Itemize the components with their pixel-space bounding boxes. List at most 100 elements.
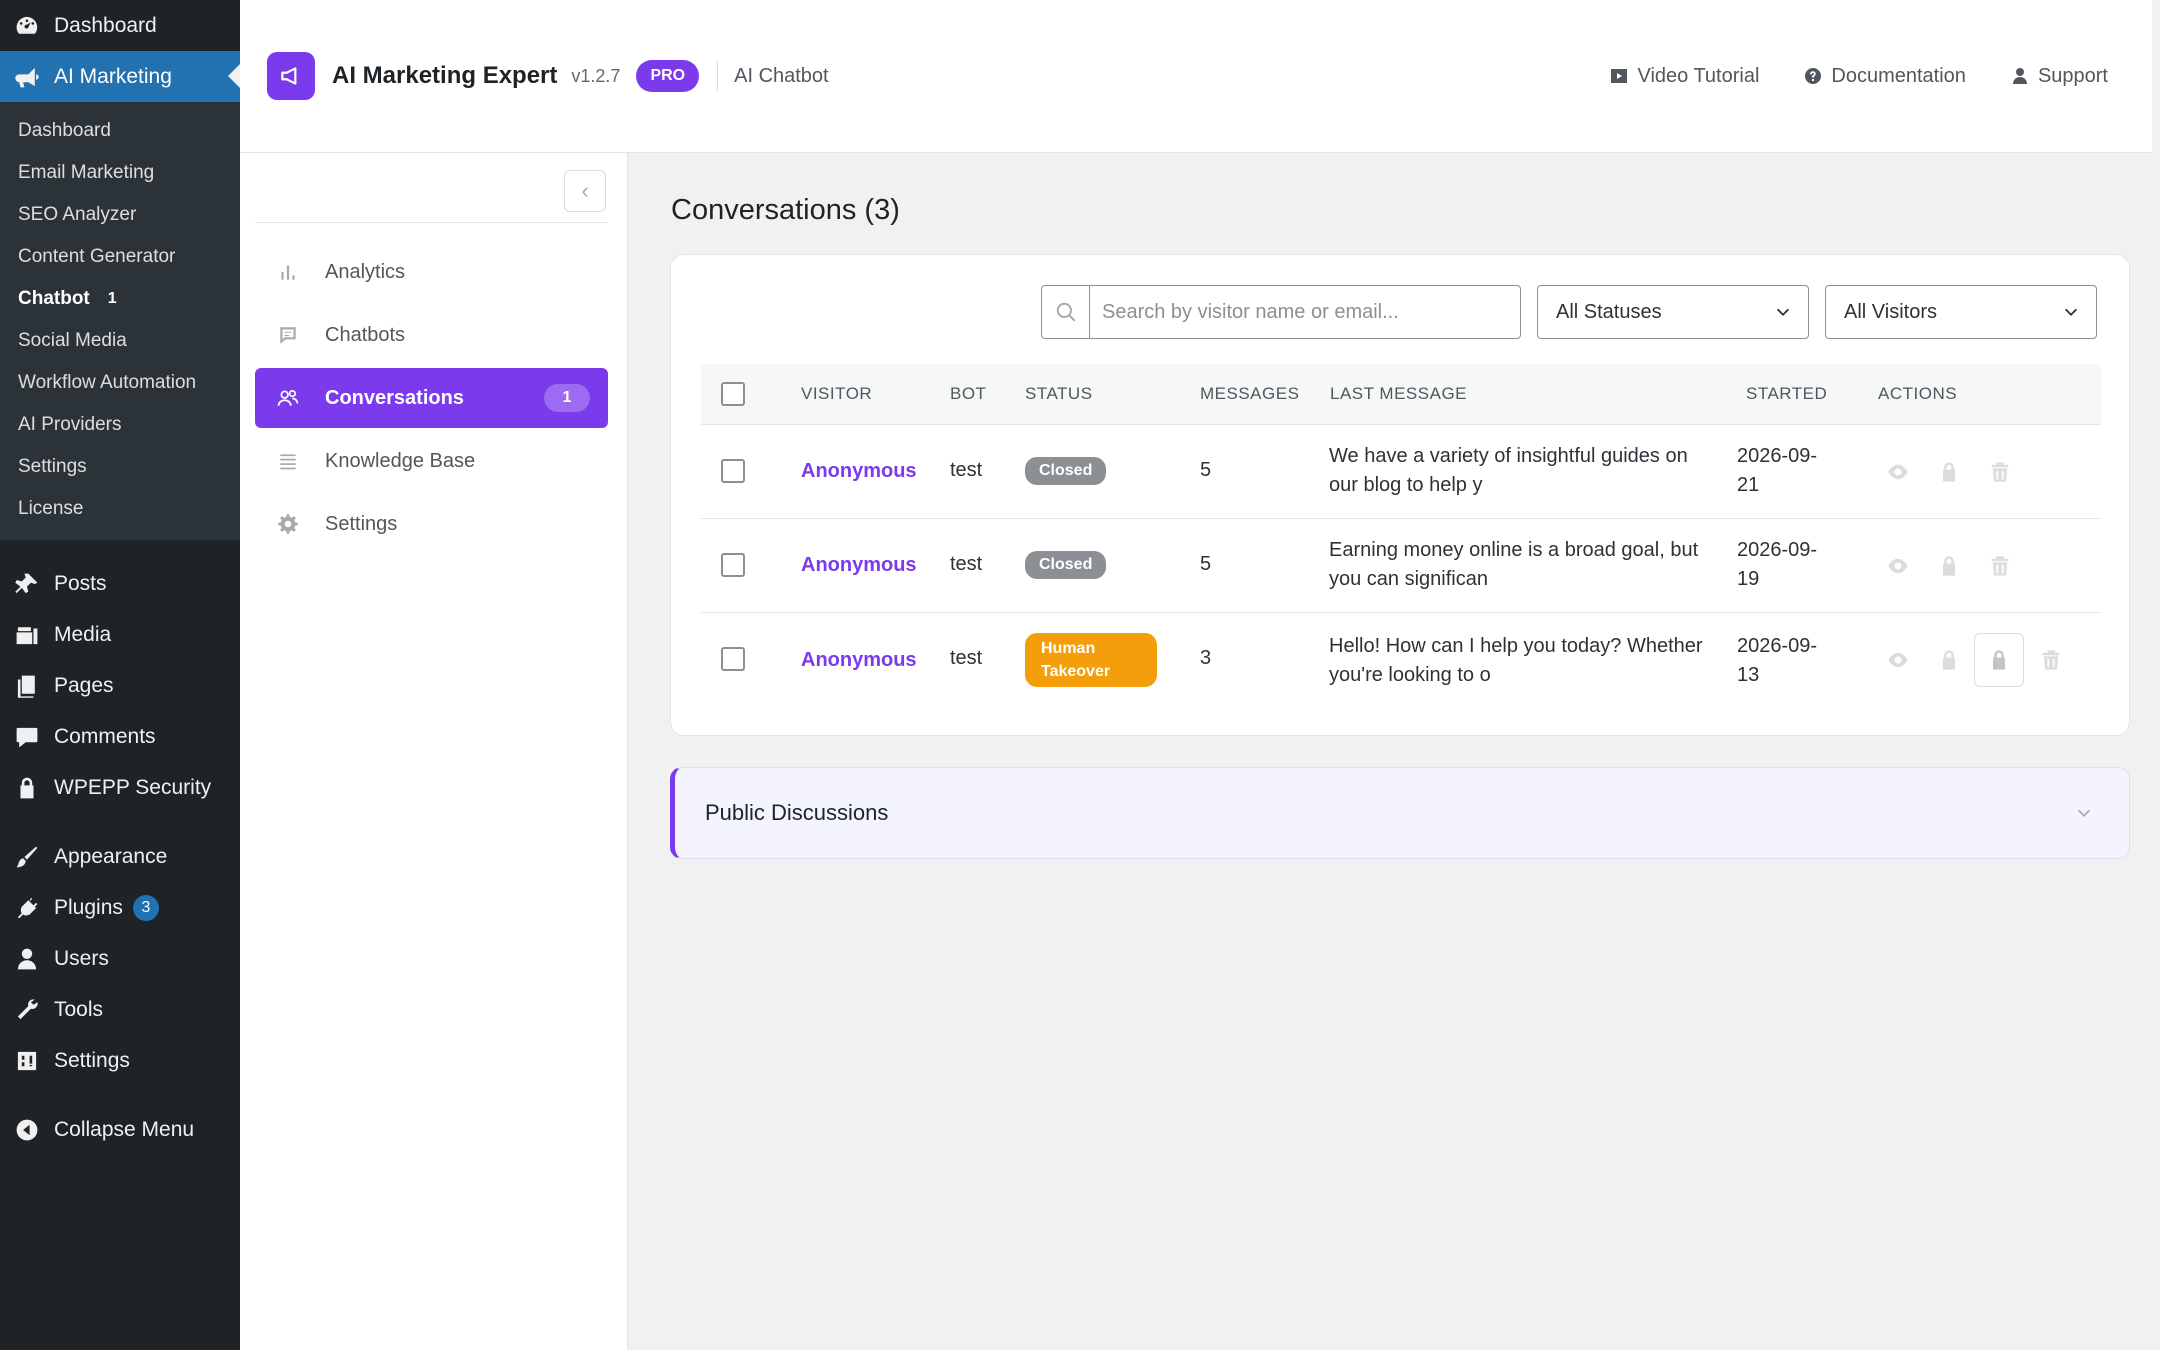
nav-item-analytics[interactable]: Analytics (255, 242, 608, 302)
conversations-count-badge: 1 (544, 384, 590, 412)
help-icon (1805, 68, 1822, 84)
table-header: VISITOR BOT STATUS MESSAGES LAST MESSAGE… (701, 364, 2101, 425)
plugin-sidebar: ‹ Analytics Chatbots Conversations 1 Kno… (240, 153, 628, 1350)
wp-menu-settings[interactable]: Settings (0, 1035, 240, 1086)
chevron-down-icon (2077, 809, 2091, 817)
wp-submenu-workflow-automation[interactable]: Workflow Automation (0, 362, 240, 404)
wp-menu-ai-marketing[interactable]: AI Marketing (0, 51, 240, 102)
main-content: Conversations (3) All Statuses All Visit… (628, 153, 2152, 1350)
conversations-icon (277, 387, 299, 409)
trash-icon[interactable] (1987, 553, 2013, 579)
lock-icon (14, 775, 40, 801)
dashboard-icon (14, 13, 40, 39)
wp-submenu-license[interactable]: License (0, 488, 240, 530)
sidebar-collapse-button[interactable]: ‹ (564, 170, 606, 212)
row-checkbox[interactable] (721, 647, 745, 671)
comments-icon (14, 724, 40, 750)
wp-submenu-settings[interactable]: Settings (0, 446, 240, 488)
wp-submenu-content-generator[interactable]: Content Generator (0, 236, 240, 278)
bot-name: test (950, 647, 983, 669)
lock-icon[interactable] (1936, 553, 1962, 579)
message-count: 5 (1200, 553, 1212, 575)
collapse-icon (14, 1117, 40, 1143)
trash-icon[interactable] (1987, 459, 2013, 485)
trash-icon[interactable] (2038, 647, 2064, 673)
wp-menu-wpepp-security[interactable]: WPEPP Security (0, 762, 240, 813)
wrench-icon (14, 997, 40, 1023)
wp-menu-appearance[interactable]: Appearance (0, 831, 240, 882)
visitor-filter-select[interactable]: All Visitors (1825, 285, 2097, 339)
visitor-link[interactable]: Anonymous (801, 554, 917, 577)
collapse-menu-button[interactable]: Collapse Menu (0, 1104, 240, 1155)
nav-item-conversations[interactable]: Conversations 1 (255, 368, 608, 428)
wp-menu-tools[interactable]: Tools (0, 984, 240, 1035)
support-link[interactable]: Support (2010, 65, 2108, 88)
search-input[interactable] (1090, 287, 1520, 337)
started-date: 2026-09-21 (1737, 445, 1818, 496)
wp-submenu-social-media[interactable]: Social Media (0, 320, 240, 362)
row-checkbox[interactable] (721, 459, 745, 483)
wp-submenu-seo-analyzer[interactable]: SEO Analyzer (0, 194, 240, 236)
chatbot-count-badge: 1 (107, 290, 117, 307)
plugin-title: AI Marketing Expert (332, 62, 558, 89)
pages-icon (14, 673, 40, 699)
nav-item-settings[interactable]: Settings (255, 494, 608, 554)
row-checkbox[interactable] (721, 553, 745, 577)
wp-menu-users[interactable]: Users (0, 933, 240, 984)
visitor-link[interactable]: Anonymous (801, 649, 917, 672)
status-badge: Closed (1025, 457, 1107, 485)
chevron-down-icon (1776, 308, 1790, 316)
column-header-bot: BOT (950, 384, 987, 403)
header-links: Video Tutorial Documentation Support (1609, 65, 2108, 88)
documentation-link[interactable]: Documentation (1803, 65, 1966, 88)
nav-item-chatbots[interactable]: Chatbots (255, 305, 608, 365)
video-icon (1611, 69, 1628, 83)
wp-menu-posts[interactable]: Posts (0, 558, 240, 609)
wp-admin-sidebar: Dashboard AI Marketing Dashboard Email M… (0, 0, 240, 1350)
last-message: We have a variety of insightful guides o… (1329, 445, 1688, 496)
settings-icon (14, 1048, 40, 1074)
lock-icon[interactable] (1936, 459, 1962, 485)
message-count: 5 (1200, 459, 1212, 481)
lock-icon (1993, 650, 2005, 670)
search-icon (1042, 286, 1090, 338)
wp-submenu-chatbot[interactable]: Chatbot 1 (0, 278, 240, 320)
started-date: 2026-09-13 (1737, 635, 1818, 686)
user-icon (14, 946, 40, 972)
column-header-actions: ACTIONS (1878, 384, 1958, 403)
conversations-card: All Statuses All Visitors VISITOR BOT ST… (670, 254, 2130, 736)
table-row: Anonymous test Closed 5 We have a variet… (701, 425, 2101, 519)
wp-menu-media[interactable]: Media (0, 609, 240, 660)
column-header-started: STARTED (1746, 384, 1828, 403)
started-date: 2026-09-19 (1737, 539, 1818, 590)
table-row: Anonymous test Human Takeover 3 Hello! H… (701, 613, 2101, 707)
wp-submenu-dashboard[interactable]: Dashboard (0, 110, 240, 152)
column-header-last-message: LAST MESSAGE (1330, 384, 1468, 403)
view-icon[interactable] (1885, 647, 1911, 673)
video-tutorial-link[interactable]: Video Tutorial (1609, 65, 1759, 88)
column-header-messages: MESSAGES (1200, 384, 1300, 403)
nav-item-knowledge-base[interactable]: Knowledge Base (255, 431, 608, 491)
bot-name: test (950, 459, 983, 481)
brush-icon (14, 844, 40, 870)
wp-submenu-ai-providers[interactable]: AI Providers (0, 404, 240, 446)
wp-menu-pages[interactable]: Pages (0, 660, 240, 711)
takeover-lock-button[interactable] (1974, 633, 2024, 687)
wp-submenu-email-marketing[interactable]: Email Marketing (0, 152, 240, 194)
wp-menu-comments[interactable]: Comments (0, 711, 240, 762)
visitor-link[interactable]: Anonymous (801, 460, 917, 483)
view-icon[interactable] (1885, 459, 1911, 485)
media-icon (14, 622, 40, 648)
wp-submenu-ai-marketing: Dashboard Email Marketing SEO Analyzer C… (0, 102, 240, 540)
chatbots-icon (277, 324, 299, 346)
status-badge: Human Takeover (1025, 633, 1157, 687)
view-icon[interactable] (1885, 553, 1911, 579)
wp-menu-dashboard[interactable]: Dashboard (0, 0, 240, 51)
wp-menu-plugins[interactable]: Plugins 3 (0, 882, 240, 933)
chevron-down-icon (2064, 308, 2078, 316)
lock-icon[interactable] (1936, 647, 1962, 673)
status-filter-select[interactable]: All Statuses (1537, 285, 1809, 339)
select-all-checkbox[interactable] (721, 382, 745, 406)
megaphone-icon (14, 64, 40, 90)
public-discussions-panel[interactable]: Public Discussions (670, 767, 2130, 859)
